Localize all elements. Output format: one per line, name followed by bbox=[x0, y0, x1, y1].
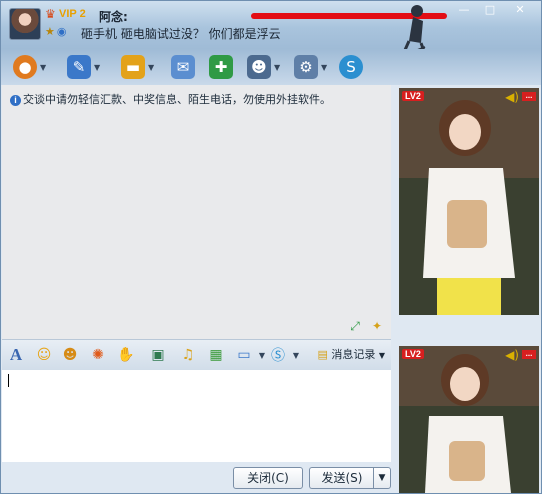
more-options-button[interactable]: ... bbox=[522, 92, 536, 101]
expand-icon[interactable]: ⤢ bbox=[347, 318, 363, 334]
title-bar: ♛ VIP 2 阿念: ★ ◉ 砸手机 砸电脑试过没？ 你们都是浮云 — □ ✕ bbox=[1, 1, 541, 74]
chat-window: ♛ VIP 2 阿念: ★ ◉ 砸手机 砸电脑试过没？ 你们都是浮云 — □ ✕ … bbox=[0, 0, 542, 494]
crown-icon: ♛ bbox=[45, 7, 56, 21]
create-group-icon: ✚ bbox=[209, 55, 233, 79]
settings-button[interactable]: ⚙ ▼ bbox=[294, 53, 327, 81]
font-icon[interactable]: A bbox=[6, 345, 26, 365]
soso-icon: S bbox=[339, 55, 363, 79]
volume-icon[interactable]: ◀) bbox=[505, 348, 519, 362]
send-button[interactable]: 发送(S) bbox=[309, 467, 374, 489]
send-file-icon: ▬ bbox=[121, 55, 145, 79]
message-history-button[interactable]: ▤ 消息记录 ▼ bbox=[317, 346, 385, 362]
contact-card-button[interactable]: ☻ ▼ bbox=[247, 53, 280, 81]
vip-badge: VIP 2 bbox=[59, 8, 86, 20]
dropdown-arrow-icon[interactable]: ▼ bbox=[286, 345, 306, 365]
shake-window-icon[interactable]: ✺ bbox=[88, 345, 108, 365]
star-icon: ★ bbox=[45, 25, 55, 38]
emoticon-icon[interactable]: ☺ bbox=[34, 345, 54, 365]
contact-photo bbox=[399, 88, 539, 315]
send-options-button[interactable]: ▼ bbox=[373, 467, 391, 489]
more-options-button[interactable]: ... bbox=[522, 350, 536, 359]
qzone-icon[interactable]: ◉ bbox=[57, 25, 67, 38]
window-controls: — □ ✕ bbox=[451, 3, 537, 19]
settings-icon: ⚙ bbox=[294, 55, 318, 79]
contact-nickname[interactable]: 阿念: bbox=[99, 8, 128, 25]
dropdown-arrow-icon[interactable]: ▼ bbox=[148, 63, 154, 72]
soso-button[interactable]: S bbox=[339, 53, 363, 81]
minimize-button[interactable]: — bbox=[451, 3, 477, 19]
close-window-button[interactable]: ✕ bbox=[503, 3, 537, 19]
create-group-button[interactable]: ✚ bbox=[209, 53, 233, 81]
level-badge: LV2 bbox=[402, 349, 424, 359]
contact-signature: 砸手机 砸电脑试过没？ 你们都是浮云 bbox=[81, 27, 281, 41]
dropdown-arrow-icon: ▼ bbox=[378, 351, 385, 360]
action-bar: 关闭(C) 发送(S) ▼ bbox=[2, 462, 391, 493]
soso-search-icon[interactable]: Ⓢ bbox=[268, 345, 288, 365]
format-toolbar: A ☺ ☻ ✺ ✋ ▣ ♫ ▦ ▭ ▼ Ⓢ ▼ ▤ 消息记录 ▼ bbox=[2, 339, 391, 370]
send-image-icon[interactable]: ▣ bbox=[148, 345, 168, 365]
my-video-show[interactable]: LV2 ◀) ... bbox=[399, 346, 539, 493]
dropdown-arrow-icon[interactable]: ▼ bbox=[274, 63, 280, 72]
status-icons: ★ ◉ bbox=[45, 25, 66, 38]
chat-pane-tools: ⤢ ✦ bbox=[347, 318, 385, 334]
contact-video-show[interactable]: LV2 ◀) ... bbox=[399, 88, 539, 315]
volume-icon[interactable]: ◀) bbox=[505, 90, 519, 104]
music-icon[interactable]: ♫ bbox=[178, 345, 198, 365]
maximize-button[interactable]: □ bbox=[477, 3, 503, 19]
voice-message-icon[interactable]: ✋ bbox=[116, 345, 136, 365]
security-warning: i 交谈中请勿轻信汇款、中奖信息、陌生电话，勿使用外挂软件。 bbox=[10, 91, 331, 107]
voice-call-icon: ✎ bbox=[67, 55, 91, 79]
self-photo bbox=[399, 346, 539, 493]
gift-icon[interactable]: ▦ bbox=[206, 345, 226, 365]
email-icon: ✉ bbox=[171, 55, 195, 79]
info-icon: i bbox=[10, 94, 21, 106]
chat-history-pane[interactable]: i 交谈中请勿轻信汇款、中奖信息、陌生电话，勿使用外挂软件。 ⤢ ✦ bbox=[2, 85, 391, 339]
email-button[interactable]: ✉ bbox=[171, 53, 195, 81]
text-caret bbox=[8, 374, 9, 387]
message-input[interactable] bbox=[2, 370, 391, 462]
history-icon: ▤ bbox=[317, 348, 328, 361]
contact-card-icon: ☻ bbox=[247, 55, 271, 79]
message-history-label: 消息记录 bbox=[331, 348, 376, 361]
send-file-button[interactable]: ▬ ▼ bbox=[121, 53, 154, 81]
magic-face-icon[interactable]: ☻ bbox=[60, 345, 80, 365]
avatar[interactable] bbox=[9, 8, 41, 40]
video-call-button[interactable]: ● ▼ bbox=[13, 53, 46, 81]
close-button[interactable]: 关闭(C) bbox=[233, 467, 303, 489]
dropdown-arrow-icon[interactable]: ▼ bbox=[94, 63, 100, 72]
video-call-icon: ● bbox=[13, 55, 37, 79]
magic-expression-icon[interactable]: ✦ bbox=[369, 318, 385, 334]
dropdown-arrow-icon[interactable]: ▼ bbox=[40, 63, 46, 72]
dropdown-arrow-icon[interactable]: ▼ bbox=[321, 63, 327, 72]
voice-call-button[interactable]: ✎ ▼ bbox=[67, 53, 100, 81]
screenshot-icon[interactable]: ▭ bbox=[234, 345, 254, 365]
level-badge: LV2 bbox=[402, 91, 424, 101]
main-toolbar: ● ▼ ✎ ▼ ▬ ▼ ✉ ✚ ☻ ▼ ⚙ ▼ S bbox=[1, 49, 541, 85]
video-panel: LV2 ◀) ... LV2 ◀) ... bbox=[391, 85, 541, 493]
security-warning-text: 交谈中请勿轻信汇款、中奖信息、陌生电话，勿使用外挂软件。 bbox=[23, 93, 331, 106]
